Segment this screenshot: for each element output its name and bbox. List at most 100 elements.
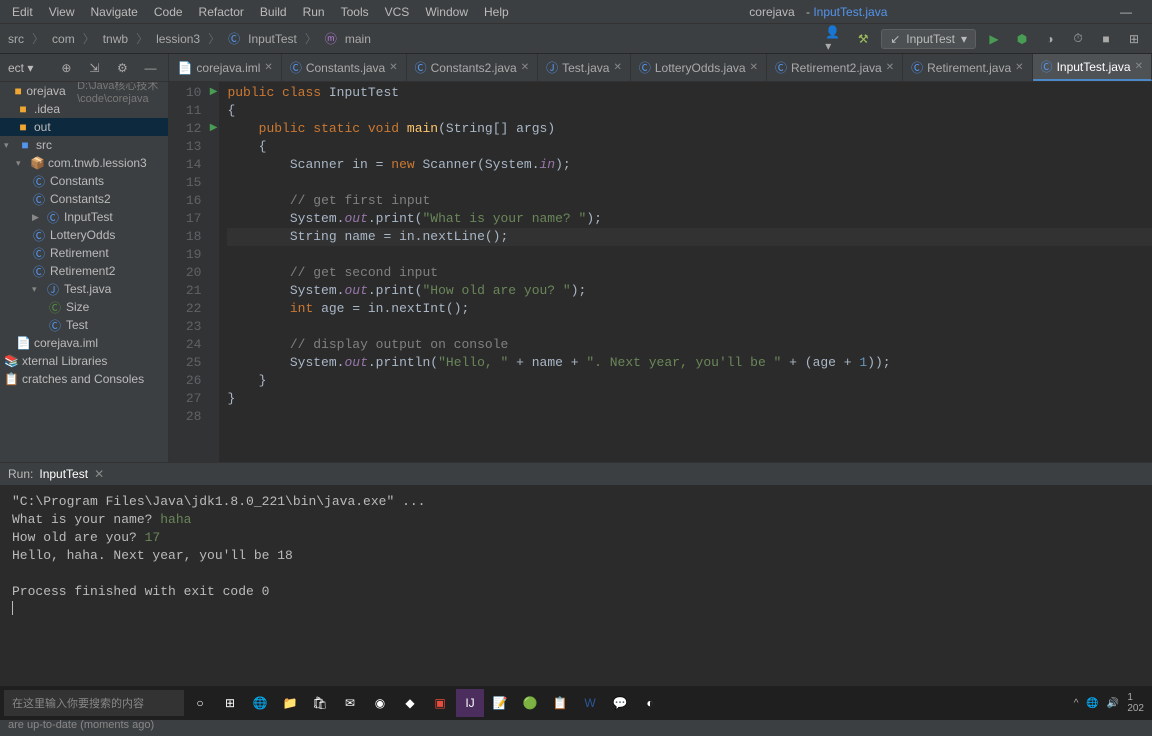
menu-help[interactable]: Help [476, 5, 517, 19]
iml-icon: 📄 [177, 61, 192, 75]
minimize-icon[interactable]: — [1112, 5, 1140, 19]
network-icon[interactable]: 🌐 [1086, 698, 1098, 709]
folder-icon: ■ [14, 84, 22, 98]
editor-tab[interactable]: ⒸLotteryOdds.java✕ [631, 54, 767, 81]
breadcrumb-item[interactable]: src [4, 32, 28, 46]
console-output[interactable]: "C:\Program Files\Java\jdk1.8.0_221\bin\… [0, 485, 1152, 692]
close-icon[interactable]: ✕ [521, 62, 529, 73]
expand-icon[interactable]: ⇲ [84, 58, 104, 78]
editor-tab[interactable]: ⒸConstants2.java✕ [407, 54, 538, 81]
window-title: corejava - InputTest.java [517, 5, 1112, 19]
class-icon: Ⓒ [48, 299, 62, 316]
menu-tools[interactable]: Tools [333, 5, 377, 19]
search-icon[interactable]: ⊞ [1124, 29, 1144, 49]
run-label: Run: [8, 467, 33, 481]
folder-icon: ■ [16, 120, 30, 134]
wechat-icon[interactable]: 💬 [606, 689, 634, 717]
project-tree[interactable]: ■orejava D:\Java核心技术\code\corejava ■.ide… [0, 82, 168, 462]
class-icon: Ⓒ [1041, 58, 1053, 75]
run-button[interactable]: ▶ [984, 29, 1004, 49]
breadcrumb-item[interactable]: main [341, 32, 375, 46]
debug-button[interactable]: ⬢ [1012, 29, 1032, 49]
tray-chevron-icon[interactable]: ^ [1074, 698, 1079, 709]
run-config-dropdown[interactable]: ↙ InputTest ▾ [881, 29, 976, 49]
breadcrumb-item[interactable]: lession3 [152, 32, 204, 46]
close-icon[interactable]: ✕ [389, 62, 397, 73]
run-config-name[interactable]: InputTest [39, 467, 88, 481]
menu-navigate[interactable]: Navigate [82, 5, 145, 19]
menu-vcs[interactable]: VCS [377, 5, 418, 19]
build-hammer-icon[interactable]: ⚒ [853, 29, 873, 49]
class-icon: Ⓒ [32, 173, 46, 190]
chrome-icon[interactable]: ◉ [366, 689, 394, 717]
coverage-button[interactable]: ◑ [1040, 29, 1060, 49]
editor-tab[interactable]: ⒸConstants.java✕ [282, 54, 407, 81]
volume-icon[interactable]: 🔊 [1107, 698, 1119, 709]
intellij-icon[interactable]: IJ [456, 689, 484, 717]
menu-code[interactable]: Code [146, 5, 191, 19]
breadcrumb-item[interactable]: tnwb [99, 32, 132, 46]
close-icon[interactable]: ✕ [1015, 62, 1023, 73]
class-icon: Ⓒ [415, 59, 427, 76]
menu-window[interactable]: Window [417, 5, 476, 19]
close-icon[interactable]: ✕ [94, 467, 104, 481]
editor-tab[interactable]: ⒸRetirement.java✕ [903, 54, 1032, 81]
gutter[interactable]: 10▶ 11 12▶ 13141516171819202122232425262… [169, 82, 219, 462]
system-tray[interactable]: ^ 🌐 🔊 1202 [1074, 692, 1148, 714]
app-icon[interactable]: 🟢 [516, 689, 544, 717]
pdf-icon[interactable]: ▣ [426, 689, 454, 717]
menu-edit[interactable]: Edit [4, 5, 41, 19]
menu-refactor[interactable]: Refactor [191, 5, 252, 19]
hide-icon[interactable]: — [140, 58, 160, 78]
locate-icon[interactable]: ⊕ [56, 58, 76, 78]
menu-view[interactable]: View [41, 5, 83, 19]
nav-toolbar: src〉 com〉 tnwb〉 lession3〉 ⒸInputTest〉 ⓜm… [0, 24, 1152, 54]
scratch-icon: 📋 [4, 372, 18, 386]
java-file-icon: Ⓙ [46, 281, 60, 298]
tree-item-out[interactable]: ■out [0, 118, 168, 136]
project-tool-window: ect ▾ ⊕ ⇲ ⚙ — ■orejava D:\Java核心技术\code\… [0, 54, 169, 462]
notepad-icon[interactable]: 📝 [486, 689, 514, 717]
close-icon[interactable]: ✕ [264, 62, 272, 73]
word-icon[interactable]: W [576, 689, 604, 717]
menu-run[interactable]: Run [295, 5, 333, 19]
arrow-left-icon: ↙ [890, 32, 900, 46]
taskbar-search[interactable]: 在这里输入你要搜索的内容 [4, 690, 184, 716]
editor-tab[interactable]: ⒿTest.java✕ [538, 54, 631, 81]
windows-taskbar: 在这里输入你要搜索的内容 ○ ⊞ 🌐 📁 🛍 ✉ ◉ ◆ ▣ IJ 📝 🟢 📋 … [0, 686, 1152, 720]
editor-area: 📄corejava.iml✕ ⒸConstants.java✕ ⒸConstan… [169, 54, 1152, 462]
edge-icon[interactable]: 🌐 [246, 689, 274, 717]
run-gutter-icon[interactable]: ▶ [210, 84, 218, 102]
profiler-button[interactable]: ⏱ [1068, 29, 1088, 49]
java-icon: Ⓙ [546, 59, 558, 76]
app-icon[interactable]: ◐ [636, 689, 664, 717]
clock[interactable]: 1202 [1127, 692, 1144, 714]
close-icon[interactable]: ✕ [886, 62, 894, 73]
close-icon[interactable]: ✕ [750, 62, 758, 73]
menu-bar: Edit View Navigate Code Refactor Build R… [0, 0, 1152, 24]
app-icon[interactable]: 📋 [546, 689, 574, 717]
task-view-icon[interactable]: ⊞ [216, 689, 244, 717]
close-icon[interactable]: ✕ [1135, 61, 1143, 72]
menu-build[interactable]: Build [252, 5, 295, 19]
editor-tab[interactable]: 📄corejava.iml✕ [169, 54, 281, 81]
breadcrumb-item[interactable]: com [48, 32, 79, 46]
code-editor[interactable]: public class InputTest { public static v… [219, 82, 1152, 462]
cortana-icon[interactable]: ○ [186, 689, 214, 717]
editor-tab-active[interactable]: ⒸInputTest.java✕ [1033, 54, 1152, 81]
run-gutter-icon[interactable]: ▶ [210, 120, 218, 138]
project-view-dropdown[interactable]: ect ▾ [8, 61, 48, 75]
app-icon[interactable]: ◆ [396, 689, 424, 717]
stop-button[interactable]: ■ [1096, 29, 1116, 49]
breadcrumb-item[interactable]: InputTest [244, 32, 301, 46]
class-icon: Ⓒ [32, 191, 46, 208]
folder-icon: ■ [16, 102, 30, 116]
store-icon[interactable]: 🛍 [306, 689, 334, 717]
user-icon[interactable]: 👤▾ [825, 29, 845, 49]
editor-tab[interactable]: ⒸRetirement2.java✕ [767, 54, 903, 81]
mail-icon[interactable]: ✉ [336, 689, 364, 717]
explorer-icon[interactable]: 📁 [276, 689, 304, 717]
close-icon[interactable]: ✕ [613, 62, 621, 73]
class-icon: Ⓒ [290, 59, 302, 76]
gear-icon[interactable]: ⚙ [112, 58, 132, 78]
